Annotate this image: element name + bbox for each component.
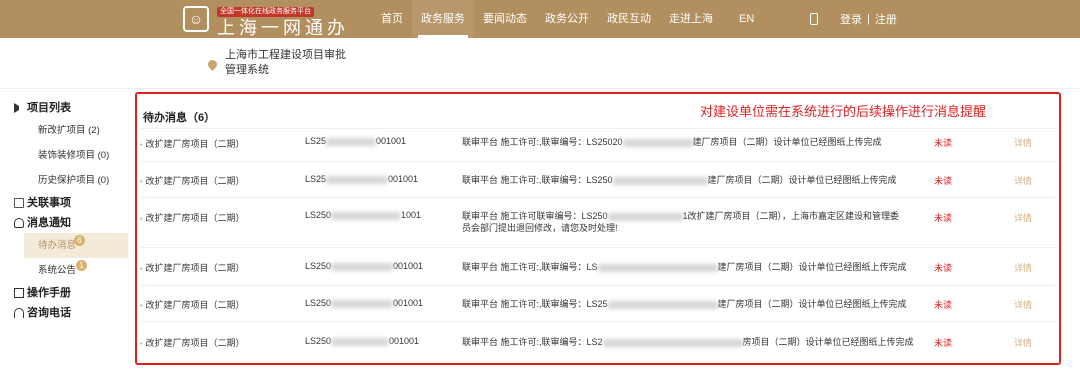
project-name: 改扩建厂房项目（二期） [140,298,244,311]
nav-gov-services[interactable]: 政务服务 [412,0,474,38]
nav-english[interactable]: EN [730,0,763,38]
main-nav: 首页 政务服务 要闻动态 政务公开 政民互动 走进上海 EN [372,0,763,38]
site-logo[interactable]: ☺ 全国一体化在线政务服务平台 上海一网通办 [183,4,349,38]
project-code: LS250 001001 [305,336,420,346]
project-name: 改扩建厂房项目（二期） [140,174,244,187]
mobile-icon[interactable] [810,13,818,25]
nav-interaction[interactable]: 政民互动 [598,0,660,38]
sidebar-group-related[interactable]: 关联事项 [14,193,132,213]
sidebar-item-todo-messages[interactable]: 待办消息 6 [24,233,128,258]
headset-icon [14,308,24,318]
sidebar-item-heritage-projects[interactable]: 历史保护项目 (0) [14,168,132,193]
logo-title: 上海一网通办 [217,18,349,38]
nav-shanghai[interactable]: 走进上海 [660,0,722,38]
project-code: LS25 001001 [305,174,419,184]
project-code: LS250 001001 [305,298,424,308]
announcement-count-badge: 1 [76,260,87,271]
project-name: 改扩建厂房项目（二期） [140,211,244,224]
header-divider [0,88,1080,89]
message-text: 联审平台 施工许可联审编号：LS250 1改扩建厂房项目（二期），上海市嘉定区建设… [462,211,900,233]
detail-link[interactable]: 详情 [1014,211,1032,224]
message-text: 联审平台 施工许可:,联审编号：LS25 建厂房项目（二期）设计单位已经图纸上传完… [462,299,907,309]
system-header: 上海市工程建设项目审批管理系统 [206,48,355,78]
location-pin-icon [206,58,219,71]
bell-icon [14,218,24,228]
project-code: LS250 001001 [305,261,424,271]
detail-link[interactable]: 详情 [1014,336,1032,349]
message-text: 联审平台 施工许可:,联审编号：LS25020 建厂房项目（二期）设计单位已经图纸… [462,137,882,147]
nav-home[interactable]: 首页 [372,0,412,38]
detail-link[interactable]: 详情 [1014,261,1032,274]
message-text: 联审平台 施工许可:,联审编号：LS250 建厂房项目（二期）设计单位已经图纸上传… [462,175,897,185]
sidebar-item-new-projects[interactable]: 新改扩项目 (2) [14,118,132,143]
project-name: 改扩建厂房项目（二期） [140,261,244,274]
register-link[interactable]: 注册 [875,11,897,27]
login-link[interactable]: 登录 [840,11,862,27]
project-name: 改扩建厂房项目（二期） [140,137,244,150]
system-name: 上海市工程建设项目审批管理系统 [225,49,346,76]
book-icon [14,288,24,298]
sidebar-item-announcements[interactable]: 系统公告 1 [14,258,132,283]
project-code: LS250 1001 [305,210,422,220]
message-row[interactable]: 改扩建厂房项目（二期） LS250001001 联审平台 施工许可:,联审编号：… [140,285,1058,321]
unread-status: 未读 [934,176,953,186]
project-code: LS25 001001 [305,136,407,146]
message-row[interactable]: 改扩建厂房项目（二期） LS25001001 联审平台 施工许可:,联审编号：L… [140,161,1058,197]
sidebar-group-notifications[interactable]: 消息通知 [14,213,132,233]
sidebar-item-decoration-projects[interactable]: 装饰装修项目 (0) [14,143,132,168]
detail-link[interactable]: 详情 [1014,298,1032,311]
unread-status: 未读 [934,213,953,223]
user-tools: 登录 | 注册 [810,0,897,38]
message-row[interactable]: 改扩建厂房项目（二期） LS250001001 联审平台 施工许可:,联审编号：… [140,321,1058,359]
document-icon [14,198,24,208]
emblem-icon: ☺ [183,6,209,32]
annotation-text: 对建设单位需在系统进行的后续操作进行消息提醒 [700,104,987,119]
project-name: 改扩建厂房项目（二期） [140,336,244,349]
sidebar: 项目列表 新改扩项目 (2) 装饰装修项目 (0) 历史保护项目 (0) 关联事… [14,98,132,323]
logo-tagline: 全国一体化在线政务服务平台 [217,7,314,17]
page-title: 待办消息（6） [143,112,216,124]
nav-news[interactable]: 要闻动态 [474,0,536,38]
sidebar-group-manual[interactable]: 操作手册 [14,283,132,303]
separator: | [867,13,870,25]
message-row[interactable]: 改扩建厂房项目（二期） LS250001001 联审平台 施工许可:,联审编号：… [140,247,1058,285]
message-row[interactable]: 改扩建厂房项目（二期） LS25001001 联审平台 施工许可:,联审编号：L… [140,128,1058,161]
detail-link[interactable]: 详情 [1014,136,1032,149]
unread-status: 未读 [934,138,953,148]
nav-gov-public[interactable]: 政务公开 [536,0,598,38]
unread-status: 未读 [934,338,953,348]
unread-count-badge: 6 [74,235,85,246]
sidebar-group-hotline[interactable]: 咨询电话 [14,303,132,323]
message-row[interactable]: 改扩建厂房项目（二期） LS2501001 联审平台 施工许可联审编号：LS25… [140,197,1058,247]
message-text: 联审平台 施工许可:,联审编号：LS 建厂房项目（二期）设计单位已经图纸上传完成 [462,262,907,272]
sidebar-group-projects[interactable]: 项目列表 [14,98,132,118]
top-navigation-bar: ☺ 全国一体化在线政务服务平台 上海一网通办 首页 政务服务 要闻动态 政务公开… [0,0,1080,38]
unread-status: 未读 [934,300,953,310]
message-text: 联审平台 施工许可:,联审编号：LS2 房项目（二期）设计单位已经图纸上传完成 [462,337,914,347]
list-icon [14,103,24,113]
unread-status: 未读 [934,263,953,273]
detail-link[interactable]: 详情 [1014,174,1032,187]
